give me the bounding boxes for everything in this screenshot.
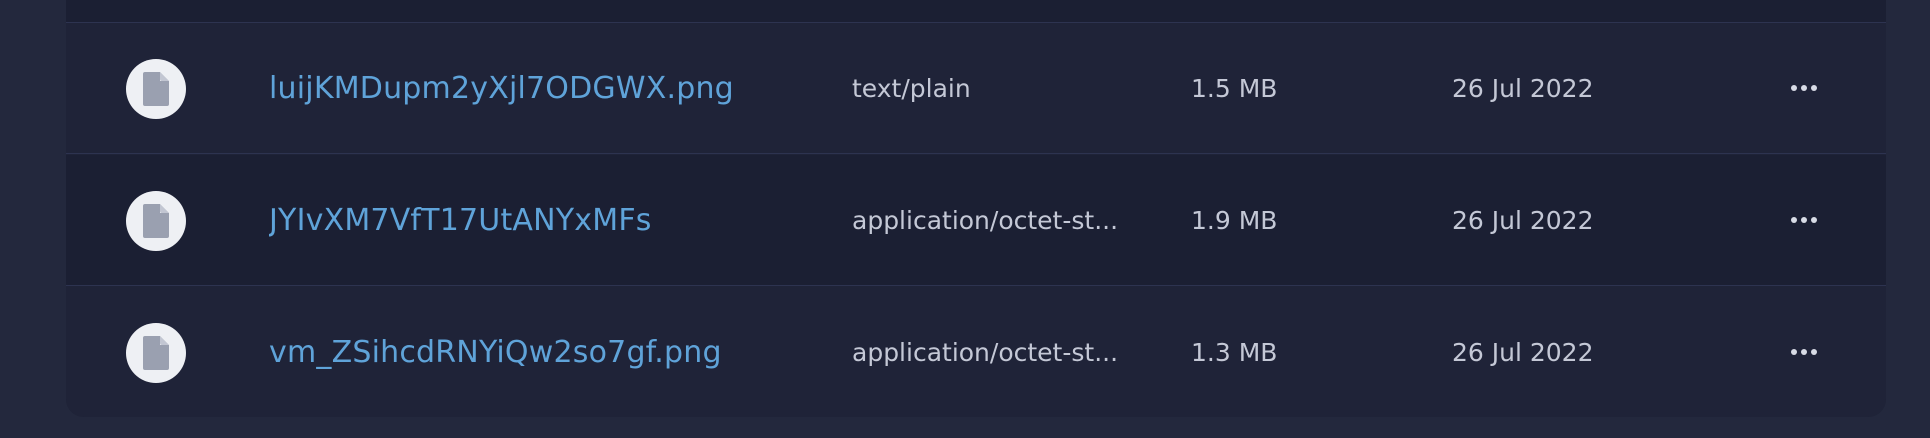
menu-dot	[1801, 349, 1807, 355]
file-size: 1.9 MB	[1191, 206, 1278, 235]
menu-dot	[1811, 349, 1817, 355]
file-name-link[interactable]: JYIvXM7VfT17UtANYxMFs	[269, 155, 789, 286]
menu-dot	[1801, 85, 1807, 91]
file-type: application/octet-st...	[852, 206, 1119, 235]
menu-dot	[1811, 85, 1817, 91]
file-size: 1.5 MB	[1191, 74, 1278, 103]
more-horizontal-icon[interactable]	[1784, 205, 1824, 235]
file-row[interactable]: luijKMDupm2yXjl7ODGWX.png text/plain 1.5…	[66, 23, 1886, 154]
file-list-panel: luijKMDupm2yXjl7ODGWX.png text/plain 1.5…	[66, 0, 1886, 417]
file-name-link[interactable]: vm_ZSihcdRNYiQw2so7gf.png	[269, 287, 789, 417]
menu-dot	[1811, 217, 1817, 223]
file-row[interactable]: vm_ZSihcdRNYiQw2so7gf.png application/oc…	[66, 287, 1886, 417]
file-type: text/plain	[852, 74, 971, 103]
file-date: 26 Jul 2022	[1452, 206, 1594, 235]
file-date: 26 Jul 2022	[1452, 338, 1594, 367]
file-date: 26 Jul 2022	[1452, 74, 1594, 103]
more-horizontal-icon[interactable]	[1784, 337, 1824, 367]
more-horizontal-icon[interactable]	[1784, 73, 1824, 103]
menu-dot	[1791, 349, 1797, 355]
file-type: application/octet-st...	[852, 338, 1119, 367]
menu-dot	[1801, 217, 1807, 223]
file-list-top-edge	[66, 0, 1886, 23]
file-row[interactable]: JYIvXM7VfT17UtANYxMFs application/octet-…	[66, 155, 1886, 286]
menu-dot	[1791, 85, 1797, 91]
document-icon	[126, 191, 186, 251]
file-size: 1.3 MB	[1191, 338, 1278, 367]
file-name-link[interactable]: luijKMDupm2yXjl7ODGWX.png	[269, 23, 789, 154]
menu-dot	[1791, 217, 1797, 223]
document-icon	[126, 323, 186, 383]
document-icon	[126, 59, 186, 119]
